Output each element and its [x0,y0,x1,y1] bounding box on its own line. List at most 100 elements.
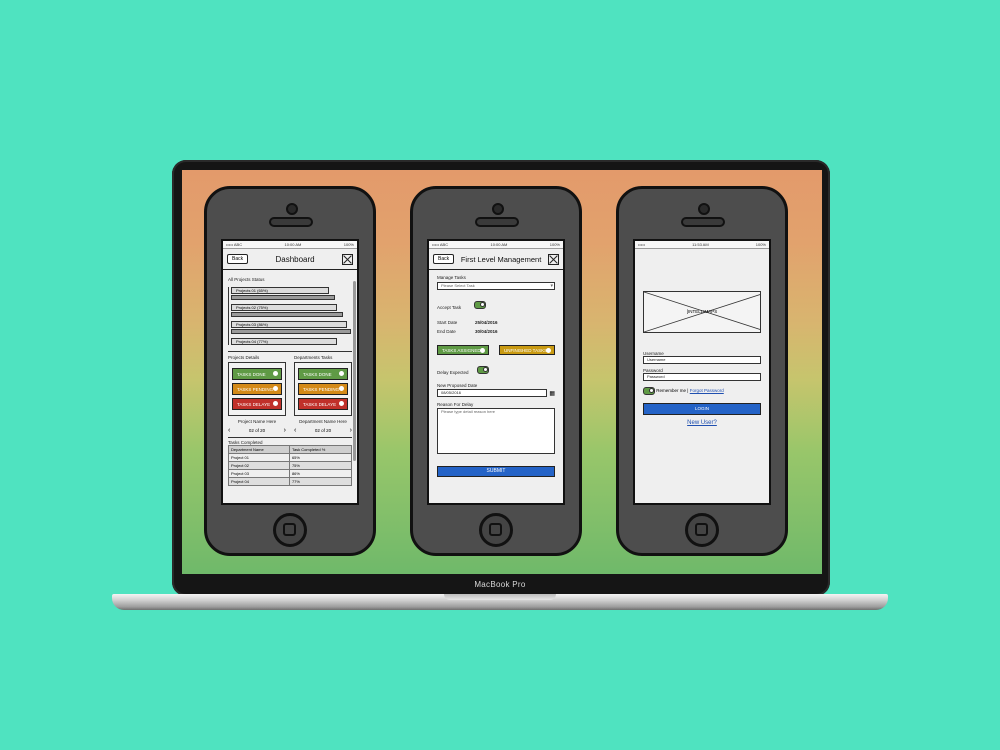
home-button[interactable] [479,513,513,547]
projects-details-panel: TASKS DONE TASKS PENDING TASKS DELAYE [228,362,286,416]
select-placeholder: Please Select Task [441,283,475,288]
project-name: Project Name Here [237,419,277,424]
start-date-row: Start Date 25/04/2016 [437,320,555,325]
new-user-row: New User? [643,420,761,426]
home-button[interactable] [273,513,307,547]
speaker-icon [475,217,519,227]
chevron-left-icon[interactable]: ‹ [294,427,296,434]
chevron-icon [273,386,278,391]
button-label: TASKS DELAYE [237,401,271,407]
tasks-assigned-button[interactable]: TASKS ASSIGNED [437,345,489,355]
chevron-icon [480,348,485,353]
button-label: TASKS DONE [237,371,266,377]
separator: | [687,388,689,394]
table-header: Department Name [228,445,290,454]
phone-dashboard: ••••• ABC 10:00 AM 100% Back Dashboard A… [204,186,376,556]
unfinished-tasks-button[interactable]: UNFINISHED TASKS [499,345,555,355]
remember-toggle[interactable] [643,387,655,395]
tasks-done-button[interactable]: TASKS DONE [232,368,282,380]
dept-tasks-delayed-button[interactable]: TASKS DELAYE [298,398,348,410]
login-content: [INTELLIMAPS Username Username Password … [635,291,769,426]
table-cell: 65% [288,453,353,462]
status-bar: ••••• ABC 10:00 AM 100% [223,241,357,249]
remember-label: Remember me [656,388,687,394]
chevron-icon [546,348,551,353]
new-user-link[interactable]: New User? [687,420,717,426]
dashboard-screen: ••••• ABC 10:00 AM 100% Back Dashboard A… [221,239,359,505]
manage-tasks-label: Manage Tasks [437,275,466,280]
table-row[interactable]: Project 04 77% [228,477,353,486]
start-date-value: 25/04/2016 [475,320,498,325]
departments-tasks: Departments Tasks TASKS DONE TASKS PENDI… [294,355,352,434]
table-row[interactable]: Project 01 65% [228,453,353,462]
project-pager: ‹ 02 of 20 › [228,427,286,434]
department-name: Department Name Here [299,419,347,424]
chevron-left-icon[interactable]: ‹ [228,427,230,434]
table-cell: Project 04 [228,477,290,486]
camera-icon [492,203,504,215]
submit-button[interactable]: SUBMIT [437,466,555,477]
tasks-completed-table: Department Name Task Completed % Project… [228,445,353,486]
back-button[interactable]: Back [227,254,249,264]
close-icon[interactable] [548,253,559,265]
tasks-pending-button[interactable]: TASKS PENDING [232,383,282,395]
accept-task-toggle[interactable] [473,300,486,309]
table-row[interactable]: Project 02 75% [228,461,353,470]
logo-image-placeholder: [INTELLIMAPS [643,291,761,333]
department-pager: ‹ 02 of 20 › [294,427,352,434]
new-proposed-date-input[interactable]: 08/05/2016 [437,389,548,397]
dashboard-content: All Projects Status Projects 01 (65%) Pr… [223,270,357,486]
back-button[interactable]: Back [433,254,455,264]
new-proposed-date-label: New Proposed Date [437,383,478,388]
status-bar: ••••• 11:53 AM 100% [635,241,769,249]
home-button[interactable] [685,513,719,547]
table-cell: Project 02 [228,461,290,470]
delay-expected-label: Delay Expected [437,370,469,375]
phone-management: ••••• ABC 10:00 AM 100% Back First Level… [410,186,582,556]
chevron-down-icon: ▾ [550,283,553,289]
accept-task-label: Accept Task [437,305,462,310]
close-icon[interactable] [342,253,353,265]
home-icon [283,523,296,536]
delay-expected-toggle[interactable] [476,365,489,374]
details-row: Projects Details TASKS DONE TASKS PENDIN… [228,355,352,434]
page-title: Dashboard [275,254,315,264]
chevron-right-icon[interactable]: › [284,427,286,434]
laptop-label: MacBook Pro [474,580,526,589]
chevron-icon [339,371,344,376]
button-label: TASKS DONE [303,371,332,377]
login-button[interactable]: LOGIN [643,403,761,415]
battery-text: 100% [755,242,766,247]
table-header-row: Department Name Task Completed % [228,445,353,454]
projects-bar-chart: Projects 01 (65%) Projects 02 (75%) Proj… [228,287,352,345]
project-bar: Projects 04 (77%) [231,338,337,345]
speaker-icon [269,217,313,227]
password-input[interactable]: Password [643,373,761,381]
chevron-right-icon[interactable]: › [350,427,352,434]
chevron-icon [339,386,344,391]
table-cell: Project 01 [228,453,290,462]
tasks-buttons-row: TASKS ASSIGNED UNFINISHED TASKS [437,342,555,358]
projects-details-label: Projects Details [228,355,260,360]
carrier-text: ••••• ABC [226,242,243,247]
end-date-value: 30/04/2016 [475,329,498,334]
dept-tasks-done-button[interactable]: TASKS DONE [298,368,348,380]
username-input[interactable]: Username [643,356,761,364]
scrollbar[interactable] [353,281,356,461]
button-label: TASKS DELAYE [303,401,337,407]
end-date-row: End Date 30/04/2016 [437,329,555,334]
forgot-password-link[interactable]: Forgot Password [690,388,724,393]
task-select[interactable]: Please Select Task ▾ [437,282,555,290]
dept-tasks-pending-button[interactable]: TASKS PENDING [298,383,348,395]
project-bar-fill [231,295,335,300]
reason-textarea[interactable]: Please type detail reason here [437,408,555,454]
table-row[interactable]: Project 03 86% [228,469,353,478]
speaker-icon [681,217,725,227]
calendar-icon[interactable]: ▦ [549,390,555,397]
carrier-text: ••••• ABC [432,242,449,247]
button-label: TASKS PENDING [303,386,340,392]
battery-text: 100% [549,242,560,247]
status-bar: ••••• ABC 10:00 AM 100% [429,241,563,249]
status-time: 11:53 AM [692,242,709,247]
tasks-delayed-button[interactable]: TASKS DELAYE [232,398,282,410]
